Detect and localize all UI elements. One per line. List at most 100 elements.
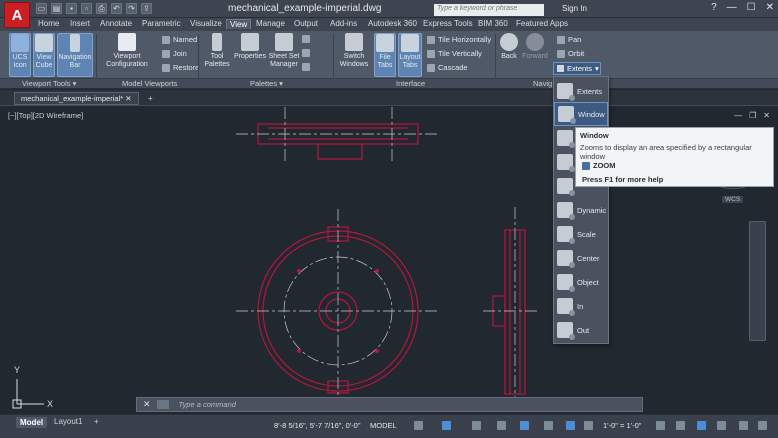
- plus-icon[interactable]: [676, 421, 685, 430]
- tab-bim-360[interactable]: BIM 360: [478, 19, 508, 28]
- forward-button[interactable]: Forward: [522, 33, 548, 61]
- back-button[interactable]: Back: [498, 33, 520, 61]
- customize-icon[interactable]: [758, 421, 767, 430]
- zoom-dynamic-icon: [557, 202, 575, 220]
- zoom-in-item[interactable]: In: [554, 294, 608, 318]
- new-icon[interactable]: ▭: [36, 3, 47, 14]
- command-line-tools-icon[interactable]: [156, 400, 169, 409]
- close-button[interactable]: ✕: [766, 2, 774, 13]
- zoom-extents-dropdown-button[interactable]: Extents ▾: [553, 62, 601, 75]
- zoom-dynamic-item[interactable]: Dynamic: [554, 198, 608, 222]
- share-icon[interactable]: ⇪: [141, 3, 152, 14]
- group-viewport-tools[interactable]: Viewport Tools ▾: [22, 79, 76, 88]
- gear-icon[interactable]: [656, 421, 665, 430]
- zoom-window-icon: [558, 106, 576, 124]
- navigation-bar-button[interactable]: Navigation Bar: [57, 33, 93, 77]
- zoom-extents-item[interactable]: Extents: [554, 79, 608, 103]
- lineweight-icon[interactable]: [544, 421, 553, 430]
- snap-icon[interactable]: [442, 421, 451, 430]
- tab-output[interactable]: Output: [294, 19, 318, 28]
- quick-access-toolbar: ▭ ▤ ▪ ▫ ⎙ ↶ ↷ ⇪: [36, 3, 152, 14]
- application-menu-logo[interactable]: A: [4, 2, 30, 28]
- tab-manage[interactable]: Manage: [256, 19, 285, 28]
- new-tab-button[interactable]: +: [148, 94, 153, 103]
- document-tab[interactable]: mechanical_example-imperial* ✕: [14, 92, 139, 105]
- tab-home[interactable]: Home: [38, 19, 59, 28]
- wcs-menu[interactable]: WCS: [722, 196, 744, 203]
- pan-button[interactable]: Pan: [557, 35, 581, 44]
- palette-small-3[interactable]: [302, 63, 310, 71]
- tile-vertically-icon: [427, 49, 435, 58]
- view-cube-button[interactable]: View Cube: [33, 33, 55, 77]
- save-icon[interactable]: ▪: [66, 3, 77, 14]
- coordinates-readout[interactable]: 8'-8 5/16", 5'-7 7/16", 0'-0": [274, 421, 361, 430]
- tool-palettes-icon: [212, 33, 222, 51]
- clean-screen-icon[interactable]: [739, 421, 748, 430]
- tool-palettes-button[interactable]: Tool Palettes: [203, 33, 231, 69]
- layout1-tab[interactable]: Layout1: [54, 417, 82, 426]
- tab-add-ins[interactable]: Add-ins: [330, 19, 357, 28]
- ucs-x-label: X: [47, 399, 53, 409]
- polar-icon[interactable]: [472, 421, 481, 430]
- navigation-bar[interactable]: [749, 221, 766, 341]
- help-icon[interactable]: ?: [711, 2, 717, 13]
- tab-autodesk-360[interactable]: Autodesk 360: [368, 19, 417, 28]
- cascade-button[interactable]: Cascade: [427, 63, 468, 72]
- zoom-object-item[interactable]: Object: [554, 270, 608, 294]
- palette-small-2[interactable]: [302, 49, 310, 57]
- sheet-set-manager-button[interactable]: Sheet Set Manager: [268, 33, 300, 69]
- model-tab[interactable]: Model: [16, 417, 48, 428]
- isodraft-icon[interactable]: [520, 421, 529, 430]
- model-space-toggle[interactable]: MODEL: [370, 421, 397, 430]
- palette-small-1[interactable]: [302, 35, 310, 43]
- annotation-scale[interactable]: 1'-0" = 1'-0": [603, 421, 641, 430]
- properties-button[interactable]: Properties: [233, 33, 267, 61]
- switch-windows-button[interactable]: Switch Windows: [338, 33, 370, 69]
- zoom-realtime-icon: [557, 154, 575, 172]
- zoom-out-item[interactable]: Out: [554, 318, 608, 342]
- annotation-visibility-icon[interactable]: [584, 421, 593, 430]
- tab-view[interactable]: View: [226, 19, 252, 29]
- save-as-icon[interactable]: ▫: [81, 3, 92, 14]
- viewport-configuration-button[interactable]: Viewport Configuration: [100, 33, 154, 69]
- tab-parametric[interactable]: Parametric: [142, 19, 181, 28]
- command-line-close-icon[interactable]: ✕: [143, 399, 151, 410]
- minimize-button[interactable]: —: [727, 2, 737, 13]
- file-tabs-button[interactable]: File Tabs: [374, 33, 396, 77]
- forward-icon: [526, 33, 544, 51]
- grid-icon[interactable]: [414, 421, 423, 430]
- close-icon[interactable]: ✕: [125, 94, 131, 103]
- orbit-button[interactable]: Orbit: [557, 49, 584, 58]
- group-palettes[interactable]: Palettes ▾: [250, 79, 283, 88]
- tab-annotate[interactable]: Annotate: [100, 19, 132, 28]
- tab-insert[interactable]: Insert: [70, 19, 90, 28]
- command-input[interactable]: Type a command: [179, 400, 236, 409]
- add-layout-button[interactable]: +: [94, 417, 99, 426]
- redo-icon[interactable]: ↷: [126, 3, 137, 14]
- search-input[interactable]: Type a keyword or phrase: [434, 4, 544, 16]
- layout-tabs-button[interactable]: Layout Tabs: [398, 33, 422, 77]
- zoom-window-item[interactable]: Window: [554, 102, 608, 126]
- tab-visualize[interactable]: Visualize: [190, 19, 222, 28]
- isolate-icon[interactable]: [697, 421, 706, 430]
- tab-featured-apps[interactable]: Featured Apps: [516, 19, 568, 28]
- undo-icon[interactable]: ↶: [111, 3, 122, 14]
- zoom-center-item[interactable]: Center: [554, 246, 608, 270]
- tile-horizontally-button[interactable]: Tile Horizontally: [427, 35, 491, 44]
- maximize-button[interactable]: ☐: [747, 2, 756, 13]
- print-icon[interactable]: ⎙: [96, 3, 107, 14]
- ucs-icon-button[interactable]: UCS Icon: [9, 33, 31, 77]
- command-line[interactable]: ✕ Type a command: [136, 397, 643, 412]
- sign-in-button[interactable]: Sign In: [562, 4, 587, 13]
- zoom-scale-item[interactable]: Scale: [554, 222, 608, 246]
- restore-viewports-button[interactable]: Restore: [162, 63, 199, 72]
- join-icon: [162, 49, 170, 58]
- hardware-acceleration-icon[interactable]: [717, 421, 726, 430]
- join-viewports-button[interactable]: Join: [162, 49, 187, 58]
- tab-express-tools[interactable]: Express Tools: [423, 19, 473, 28]
- named-viewports-button[interactable]: Named: [162, 35, 197, 44]
- osnap-icon[interactable]: [497, 421, 506, 430]
- annotation-icon[interactable]: [566, 421, 575, 430]
- tile-vertically-button[interactable]: Tile Vertically: [427, 49, 482, 58]
- open-icon[interactable]: ▤: [51, 3, 62, 14]
